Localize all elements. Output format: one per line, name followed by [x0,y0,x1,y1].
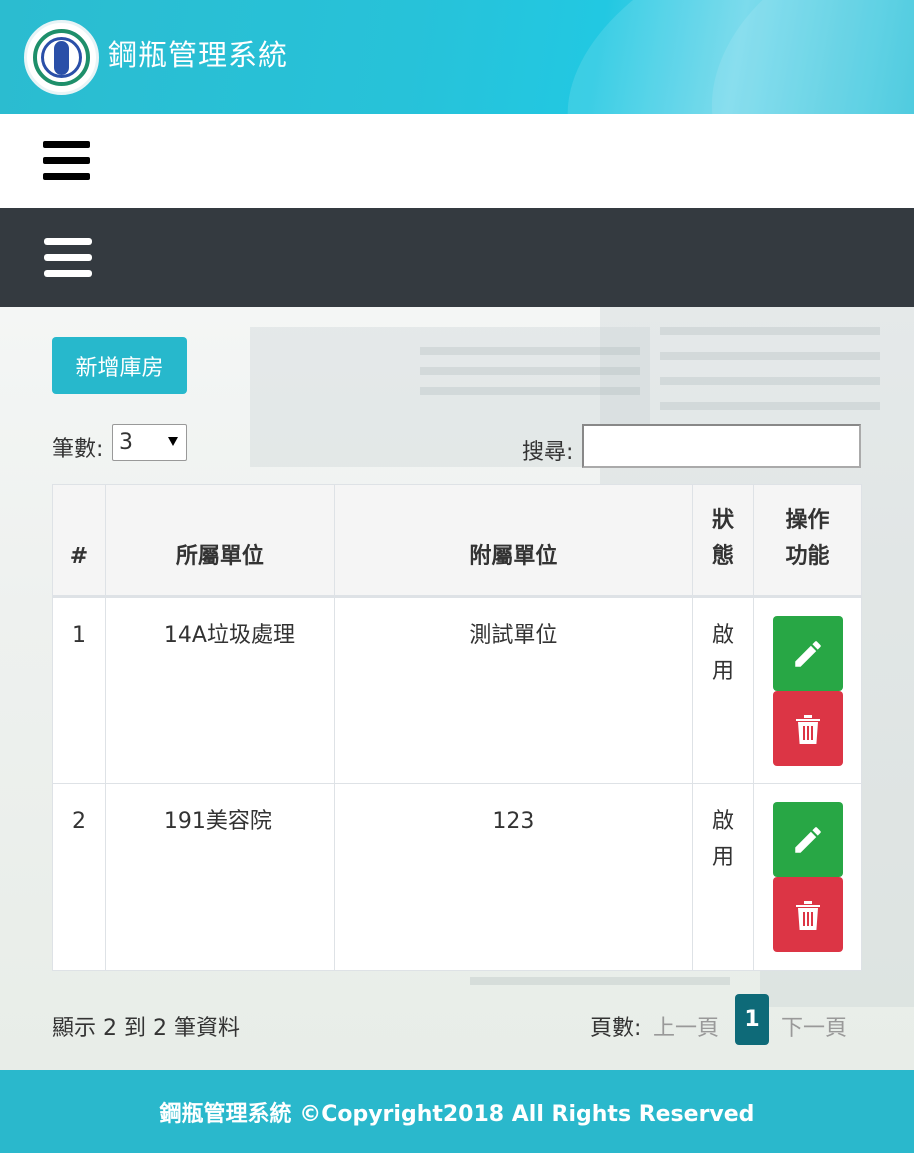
search-label: 搜尋: [522,440,574,465]
menu-toggle-icon[interactable] [43,141,90,181]
add-storage-button[interactable]: 新增庫房 [52,337,187,394]
page-length-label: 筆數: [52,437,104,462]
footer-copyright: 鋼瓶管理系統 ©Copyright2018 All Rights Reserve… [0,1070,914,1153]
dropdown-arrow-icon [168,437,178,446]
table-row: 2 191美容院 123 啟用 [52,783,862,971]
pagination-label: 頁數: [590,1016,642,1041]
prev-page-link[interactable]: 上一頁 [653,1010,719,1042]
table-row: 1 14A垃圾處理 測試單位 啟用 [52,596,862,784]
column-header-actions: 操作功能 [753,484,862,598]
delete-button[interactable] [772,877,843,952]
row-actions [753,783,862,971]
next-page-link[interactable]: 下一頁 [781,1010,847,1042]
row-actions [753,596,862,784]
page-length-value: 3 [119,430,133,455]
row-status: 啟用 [692,783,755,971]
edit-button[interactable] [772,802,843,877]
row-sub-unit: 測試單位 [333,596,694,784]
search-input[interactable] [582,424,861,468]
column-header-status[interactable]: 狀態 [692,484,755,598]
table-header-row: # 所屬單位 附屬單位 狀態 操作功能 [52,484,862,598]
row-num: 1 [52,596,106,784]
row-status: 啟用 [692,596,755,784]
edit-button[interactable] [772,616,843,691]
delete-button[interactable] [772,691,843,766]
main-content: 新增庫房 筆數: 3 搜尋: # 所屬單位 附屬單位 狀態 操作功能 1 14A… [0,307,914,1070]
column-header-unit[interactable]: 所屬單位 [104,484,335,598]
top-nav [0,114,914,208]
app-header: 鋼瓶管理系統 [0,0,914,114]
app-title: 鋼瓶管理系統 [108,38,289,72]
pencil-icon [794,640,821,667]
hospital-logo-icon [24,20,99,95]
column-header-num[interactable]: # [52,484,106,598]
row-unit: 191美容院 [104,783,335,971]
row-unit: 14A垃圾處理 [104,596,335,784]
current-page-button[interactable]: 1 [735,994,769,1045]
trash-icon [795,900,820,930]
storage-table: # 所屬單位 附屬單位 狀態 操作功能 1 14A垃圾處理 測試單位 啟用 2 … [52,484,862,971]
page-length-select[interactable]: 3 [112,424,187,461]
column-header-sub-unit[interactable]: 附屬單位 [333,484,694,598]
sidebar-toggle-icon[interactable] [44,238,92,278]
pencil-icon [794,826,821,853]
dark-nav [0,208,914,307]
trash-icon [795,714,820,744]
row-num: 2 [52,783,106,971]
row-sub-unit: 123 [333,783,694,971]
table-info: 顯示 2 到 2 筆資料 [52,1016,240,1041]
